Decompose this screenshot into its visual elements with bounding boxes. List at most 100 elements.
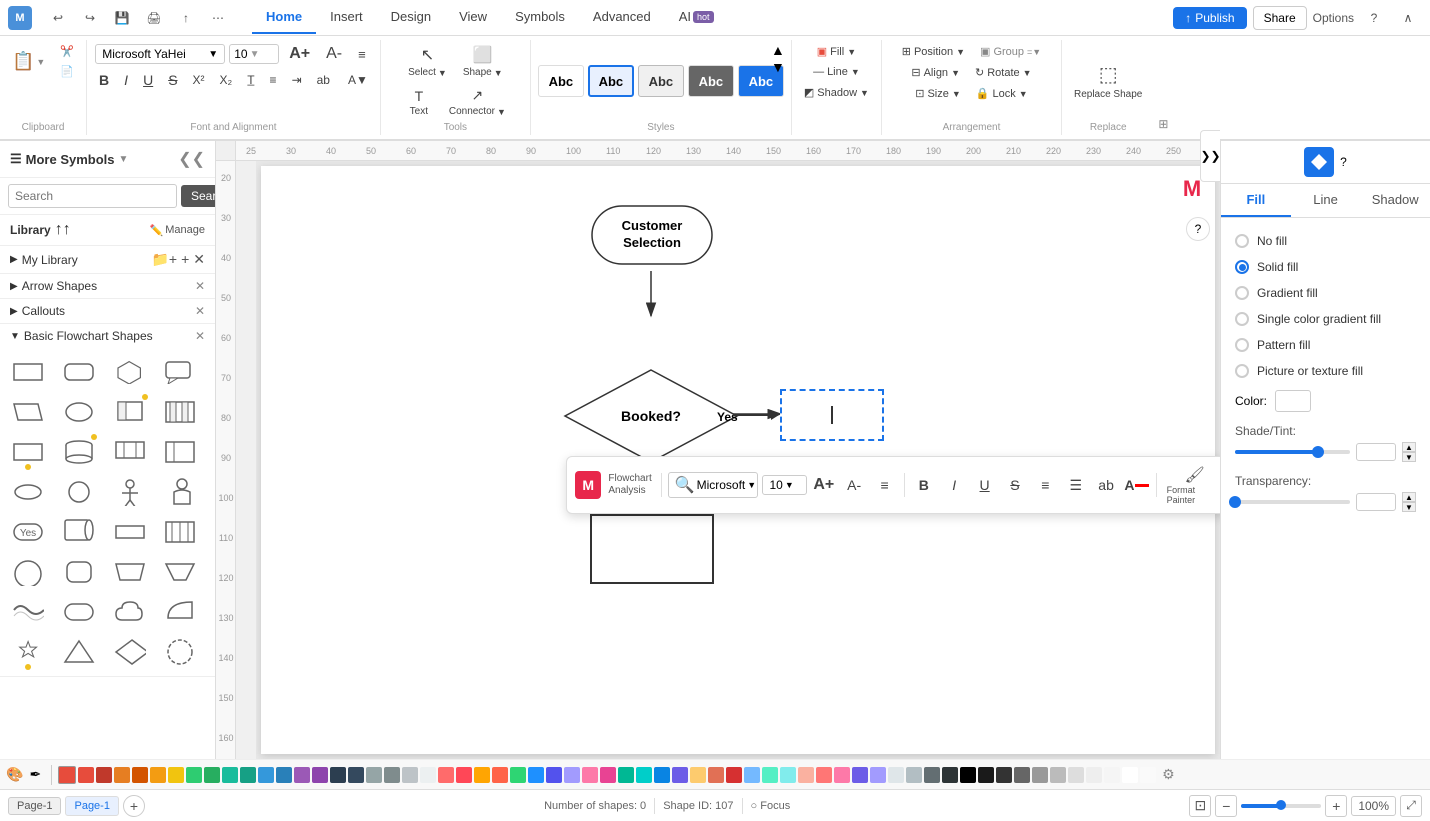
color-swatch-49[interactable] xyxy=(960,767,976,783)
color-swatch-9[interactable] xyxy=(240,767,256,783)
transparency-slider[interactable] xyxy=(1235,500,1350,504)
style-box-4[interactable]: Abc xyxy=(688,65,734,97)
color-swatch-48[interactable] xyxy=(942,767,958,783)
color-swatch-33[interactable] xyxy=(672,767,688,783)
font-selector[interactable]: Microsoft YaHei ▼ xyxy=(95,44,225,64)
remove-library-btn[interactable]: ✕ xyxy=(193,251,205,268)
ft-font-shrink-btn[interactable]: A- xyxy=(841,471,867,499)
add-page-btn[interactable]: + xyxy=(123,795,145,817)
text-align-btn[interactable]: ≡ xyxy=(352,44,372,65)
color-swatch-37[interactable] xyxy=(744,767,760,783)
close-arrow-shapes-btn[interactable]: ✕ xyxy=(195,279,205,293)
italic-button[interactable]: I xyxy=(118,69,134,91)
color-swatch-51[interactable] xyxy=(996,767,1012,783)
shape-diamond2[interactable] xyxy=(110,634,150,670)
color-swatch-26[interactable] xyxy=(546,767,562,783)
color-swatch-30[interactable] xyxy=(618,767,634,783)
ft-format-painter-btn[interactable]: 🖌 Format Painter xyxy=(1163,463,1220,507)
shade-down-btn[interactable]: ▼ xyxy=(1402,452,1416,462)
ft-strike-btn[interactable]: S xyxy=(1002,471,1028,499)
gradient-fill-option[interactable]: Gradient fill xyxy=(1231,280,1420,306)
color-swatch-15[interactable] xyxy=(348,767,364,783)
ft-align-btn[interactable]: ≡ xyxy=(871,471,897,499)
color-swatch-23[interactable] xyxy=(492,767,508,783)
single-color-gradient-option[interactable]: Single color gradient fill xyxy=(1231,306,1420,332)
style-box-2[interactable]: Abc xyxy=(588,65,634,97)
shade-up-btn[interactable]: ▲ xyxy=(1402,442,1416,452)
ft-font-selector[interactable]: 🔍 Microsoft ▼ xyxy=(668,472,759,498)
color-swatch-22[interactable] xyxy=(474,767,490,783)
text-format-btn[interactable]: T̲ xyxy=(241,70,260,90)
color-swatch-custom[interactable] xyxy=(58,766,76,784)
color-swatch-20[interactable] xyxy=(438,767,454,783)
library-label[interactable]: Library ↑↑ xyxy=(10,221,71,239)
ft-underline-btn[interactable]: U xyxy=(971,471,997,499)
shape-rounded-corner[interactable] xyxy=(59,554,99,590)
basic-flowchart-header[interactable]: ▼ Basic Flowchart Shapes ✕ xyxy=(0,324,215,348)
shape-star[interactable] xyxy=(8,634,48,670)
color-swatch-5[interactable] xyxy=(168,767,184,783)
zoom-fit-btn[interactable]: ⊡ xyxy=(1189,795,1211,817)
color-picker-icon[interactable]: 🎨 xyxy=(6,766,23,783)
color-swatch-18[interactable] xyxy=(402,767,418,783)
color-swatch-34[interactable] xyxy=(690,767,706,783)
arrow-shapes-header[interactable]: ▶ Arrow Shapes ✕ xyxy=(0,274,215,298)
shape-callout[interactable] xyxy=(160,354,200,390)
focus-label[interactable]: ○ Focus xyxy=(751,800,791,812)
zoom-in-btn[interactable]: + xyxy=(1325,795,1347,817)
callouts-header[interactable]: ▶ Callouts ✕ xyxy=(0,299,215,323)
line-tab[interactable]: Line xyxy=(1291,184,1361,217)
zoom-thumb[interactable] xyxy=(1276,800,1286,810)
shape-person[interactable] xyxy=(110,474,150,510)
color-swatch-44[interactable] xyxy=(870,767,886,783)
shape-triangle[interactable] xyxy=(59,634,99,670)
transparency-thumb[interactable] xyxy=(1229,496,1241,508)
page-tab[interactable]: Page-1 xyxy=(65,796,118,816)
color-swatch-4[interactable] xyxy=(150,767,166,783)
connector-button[interactable]: ↗ Connector▼ xyxy=(443,84,512,120)
color-swatch-40[interactable] xyxy=(798,767,814,783)
color-swatch-1[interactable] xyxy=(96,767,112,783)
color-swatch-46[interactable] xyxy=(906,767,922,783)
color-swatch[interactable] xyxy=(1275,390,1311,412)
add-library-btn[interactable]: 📁+ xyxy=(151,251,177,268)
color-swatch-2[interactable] xyxy=(114,767,130,783)
nav-home[interactable]: Home xyxy=(252,1,316,34)
color-swatch-55[interactable] xyxy=(1068,767,1084,783)
search-button[interactable]: Search xyxy=(181,185,216,207)
yes-input-box[interactable] xyxy=(780,389,884,441)
list-btn[interactable]: ≡ xyxy=(264,70,283,90)
add-item-btn[interactable]: + xyxy=(181,251,189,268)
color-swatch-54[interactable] xyxy=(1050,767,1066,783)
nav-view[interactable]: View xyxy=(445,1,501,34)
share-button[interactable]: Share xyxy=(1253,6,1307,30)
shape-wave[interactable] xyxy=(8,594,48,630)
customer-selection-shape[interactable]: Customer Selection xyxy=(590,204,714,266)
shade-value-input[interactable]: 0 % xyxy=(1356,443,1396,461)
shape-parallel-bars[interactable] xyxy=(160,434,200,470)
shape-parallelogram[interactable] xyxy=(8,394,48,430)
color-swatch-10[interactable] xyxy=(258,767,274,783)
ft-bold-btn[interactable]: B xyxy=(911,471,937,499)
zoom-value[interactable]: 100% xyxy=(1351,796,1396,816)
more-btn[interactable]: ⋯ xyxy=(204,4,232,32)
transparency-down-btn[interactable]: ▼ xyxy=(1402,502,1416,512)
color-swatch-31[interactable] xyxy=(636,767,652,783)
position-button[interactable]: ⊞ Position ▼ xyxy=(896,42,971,61)
font-increase-btn[interactable]: A+ xyxy=(283,42,316,66)
fill-tab[interactable]: Fill xyxy=(1221,184,1291,217)
shape-rectangle[interactable] xyxy=(8,354,48,390)
lock-button[interactable]: 🔒 Lock ▼ xyxy=(970,84,1034,103)
shape-person2[interactable] xyxy=(160,474,200,510)
ft-bullet-btn[interactable]: ≡ xyxy=(1032,471,1058,499)
color-swatch-19[interactable] xyxy=(420,767,436,783)
shape-bars-shape[interactable] xyxy=(160,514,200,550)
manage-btn[interactable]: ✏️Manage xyxy=(150,224,205,237)
color-swatch-28[interactable] xyxy=(582,767,598,783)
shade-thumb[interactable] xyxy=(1312,446,1324,458)
highlight-btn[interactable]: A▼ xyxy=(342,70,374,90)
color-swatch-43[interactable] xyxy=(852,767,868,783)
color-swatch-25[interactable] xyxy=(528,767,544,783)
shape-ellipse[interactable] xyxy=(59,394,99,430)
color-swatch-21[interactable] xyxy=(456,767,472,783)
